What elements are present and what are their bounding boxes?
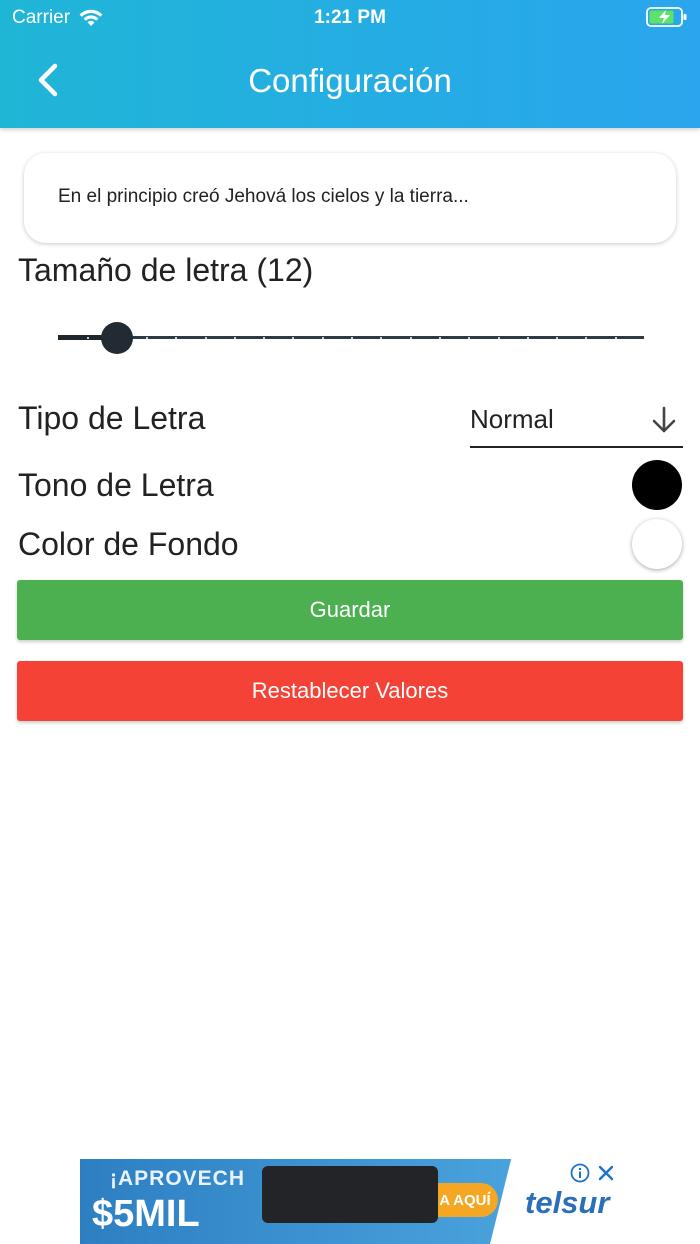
background-color-swatch[interactable]: [632, 519, 682, 569]
slider-tick: [351, 337, 353, 339]
slider-tick: [205, 337, 207, 339]
status-bar: Carrier 1:21 PM: [0, 0, 700, 40]
font-tone-color-swatch[interactable]: [632, 460, 682, 510]
app-header: Carrier 1:21 PM Configuración: [0, 0, 700, 128]
arrow-down-icon: [652, 406, 676, 433]
battery-charging-icon: [646, 7, 687, 27]
ad-headline: ¡APROVECH: [110, 1167, 246, 1190]
slider-tick: [439, 337, 441, 339]
slider-tick: [322, 337, 324, 339]
slider-tick: [87, 337, 89, 339]
font-size-label: Tamaño de letra (12): [18, 252, 314, 288]
ad-amount: $5MIL: [92, 1193, 200, 1235]
slider-tick: [146, 337, 148, 339]
slider-tick: [175, 337, 177, 339]
slider-thumb[interactable]: [101, 322, 133, 354]
slider-tick: [585, 337, 587, 339]
status-time: 1:21 PM: [314, 7, 386, 28]
slider-tick: [292, 337, 294, 339]
slider-tick: [615, 337, 617, 339]
slider-tick: [498, 337, 500, 339]
preview-card: En el principio creó Jehová los cielos y…: [24, 153, 676, 243]
slider-tick: [527, 337, 529, 339]
save-button[interactable]: Guardar: [17, 580, 683, 640]
slider-tick: [234, 337, 236, 339]
slider-tick: [556, 337, 558, 339]
font-type-label: Tipo de Letra: [18, 400, 206, 436]
slider-tick: [410, 337, 412, 339]
slider-tick: [263, 337, 265, 339]
slider-tick: [468, 337, 470, 339]
ad-cta-button[interactable]: A AQUÍ: [432, 1183, 498, 1217]
font-tone-label: Tono de Letra: [18, 467, 214, 503]
background-color-label: Color de Fondo: [18, 526, 239, 562]
slider-tick: [380, 337, 382, 339]
font-size-slider[interactable]: [58, 318, 644, 358]
close-icon[interactable]: [596, 1163, 616, 1183]
font-type-selected: Normal: [470, 404, 554, 434]
preview-text: En el principio creó Jehová los cielos y…: [58, 186, 469, 207]
ad-overlay-block: [262, 1166, 438, 1223]
page-title: Configuración: [248, 62, 452, 99]
reset-button[interactable]: Restablecer Valores: [17, 661, 683, 721]
ad-brand-logo: telsur: [525, 1185, 610, 1220]
font-type-dropdown[interactable]: Normal: [470, 398, 683, 448]
info-icon[interactable]: [570, 1163, 590, 1183]
